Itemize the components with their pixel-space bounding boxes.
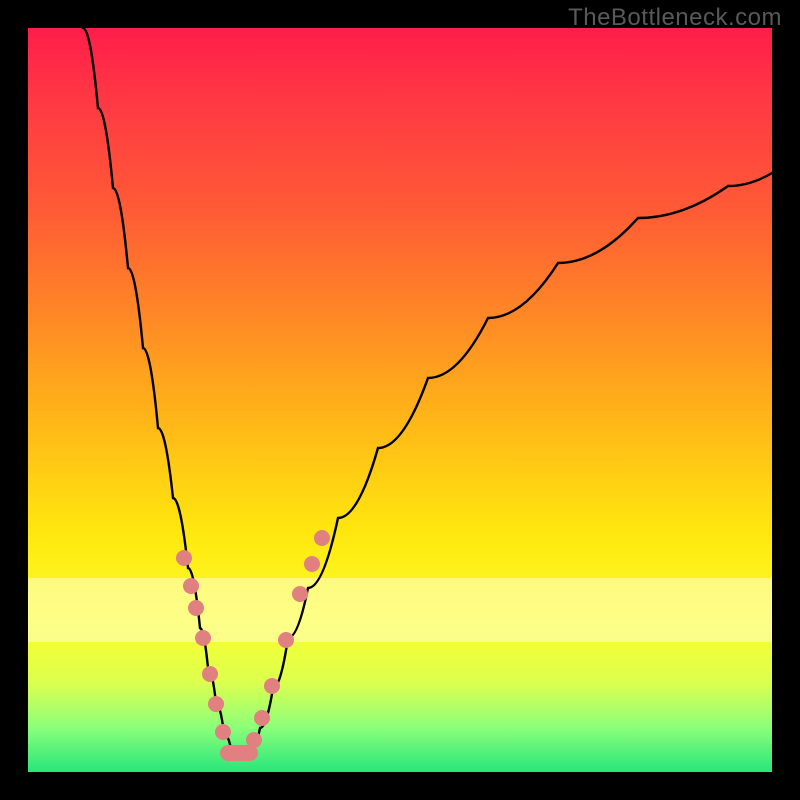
- chart-svg: [28, 28, 772, 772]
- highlight-dot: [176, 550, 192, 566]
- highlight-dot: [202, 666, 218, 682]
- highlight-dot: [304, 556, 320, 572]
- highlight-dot: [264, 678, 280, 694]
- highlight-dot: [292, 586, 308, 602]
- highlight-dot: [254, 710, 270, 726]
- highlight-dots: [176, 530, 330, 748]
- plot-area: [28, 28, 772, 772]
- highlight-dot: [208, 696, 224, 712]
- watermark-text: TheBottleneck.com: [568, 4, 782, 32]
- right-curve: [250, 173, 772, 753]
- highlight-dot: [215, 724, 231, 740]
- highlight-dot: [314, 530, 330, 546]
- left-curve: [83, 28, 232, 753]
- chart-frame: TheBottleneck.com: [0, 0, 800, 800]
- highlight-dot: [195, 630, 211, 646]
- highlight-dot: [246, 732, 262, 748]
- highlight-dot: [188, 600, 204, 616]
- highlight-dot: [183, 578, 199, 594]
- highlight-dot: [278, 632, 294, 648]
